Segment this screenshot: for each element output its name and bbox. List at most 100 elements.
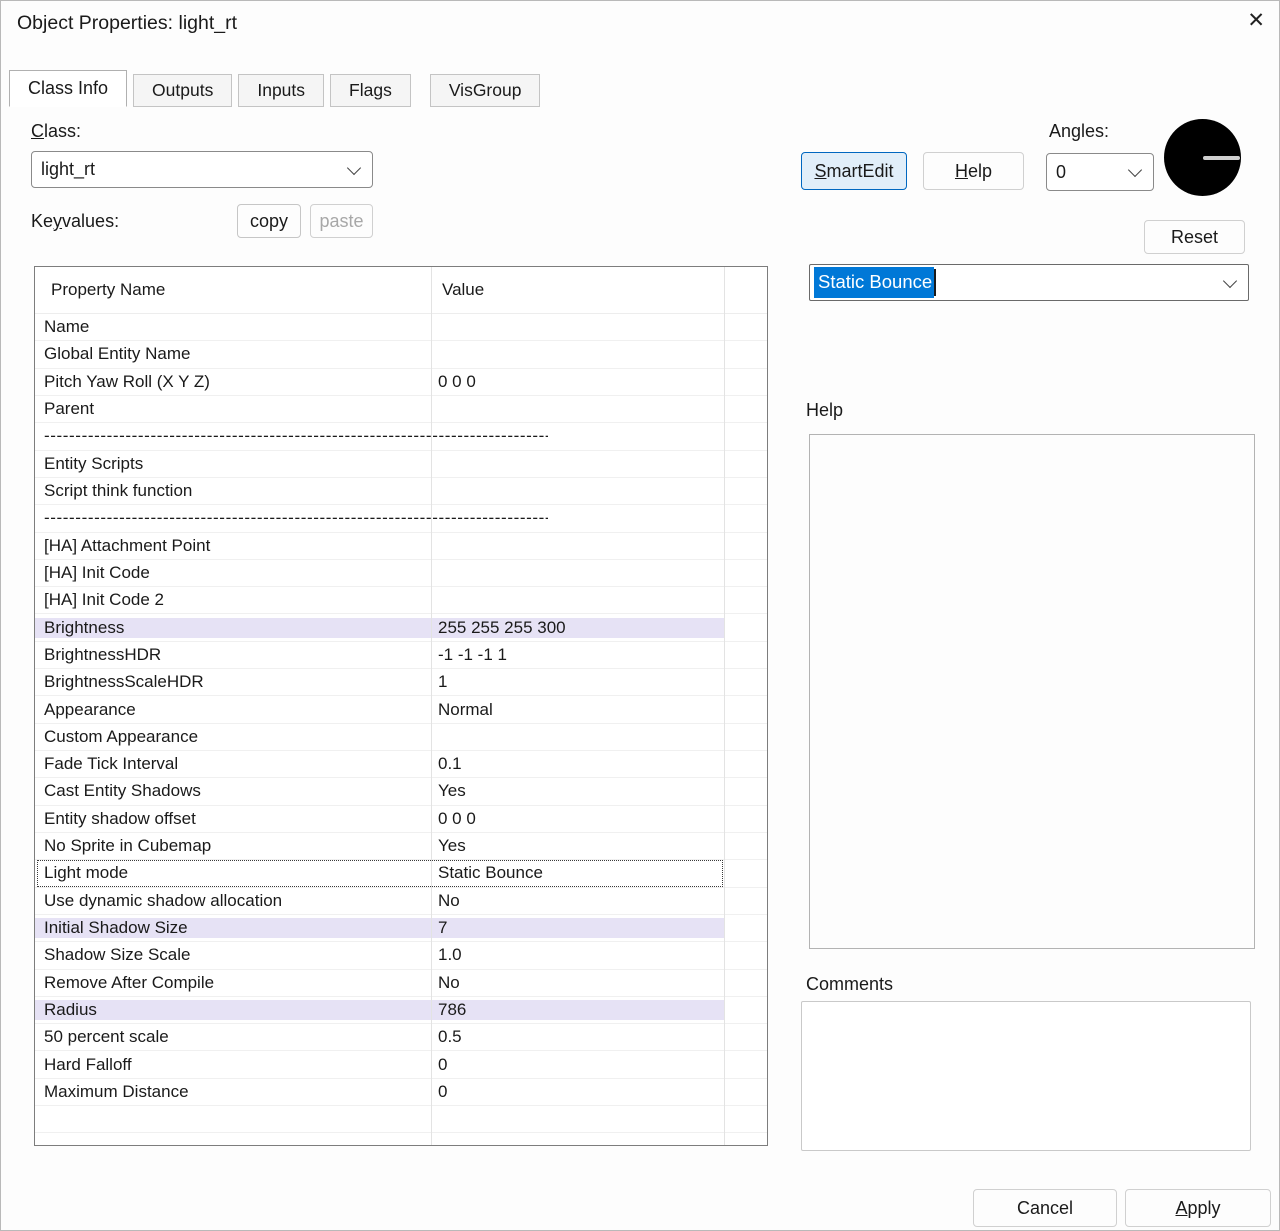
table-row[interactable]: Maximum Distance 0 bbox=[35, 1079, 767, 1106]
table-row[interactable]: Radius 786 bbox=[35, 997, 767, 1024]
property-name-cell: Fade Tick Interval bbox=[35, 754, 432, 774]
help-panel-label: Help bbox=[806, 400, 843, 421]
table-row[interactable]: Parent bbox=[35, 396, 767, 423]
property-value-cell: 255 255 255 300 bbox=[432, 618, 725, 638]
property-name-cell: Custom Appearance bbox=[35, 727, 432, 747]
property-name-cell: Pitch Yaw Roll (X Y Z) bbox=[35, 372, 432, 392]
class-combobox[interactable]: light_rt bbox=[31, 151, 373, 188]
property-name-cell: Parent bbox=[35, 399, 432, 419]
property-value-cell: 786 bbox=[432, 1000, 725, 1020]
light-mode-combobox-value: Static Bounce bbox=[814, 267, 934, 298]
angles-combobox-value: 0 bbox=[1047, 162, 1066, 183]
property-value-cell: Yes bbox=[432, 781, 725, 801]
table-row[interactable]: Script think function bbox=[35, 478, 767, 505]
property-name-cell: Initial Shadow Size bbox=[35, 918, 432, 938]
table-row[interactable]: ----------------------------------------… bbox=[35, 505, 767, 532]
table-row[interactable]: Initial Shadow Size 7 bbox=[35, 915, 767, 942]
table-row[interactable]: BrightnessScaleHDR 1 bbox=[35, 669, 767, 696]
property-name-cell: ----------------------------------------… bbox=[35, 426, 548, 446]
property-value-cell: No bbox=[432, 973, 725, 993]
table-row[interactable]: BrightnessHDR -1 -1 -1 1 bbox=[35, 642, 767, 669]
chevron-down-icon bbox=[1223, 273, 1237, 287]
tab-inputs[interactable]: Inputs bbox=[238, 74, 324, 107]
angle-dial-pointer bbox=[1203, 156, 1240, 160]
table-row[interactable]: Custom Appearance bbox=[35, 724, 767, 751]
table-row[interactable]: No Sprite in Cubemap Yes bbox=[35, 833, 767, 860]
close-icon[interactable]: ✕ bbox=[1247, 8, 1265, 33]
property-name-cell: [HA] Attachment Point bbox=[35, 536, 432, 556]
table-row[interactable]: Entity shadow offset 0 0 0 bbox=[35, 806, 767, 833]
table-row[interactable]: Global Entity Name bbox=[35, 341, 767, 368]
property-name-cell: Entity shadow offset bbox=[35, 809, 432, 829]
property-value-cell: 7 bbox=[432, 918, 725, 938]
table-row[interactable]: Light mode Static Bounce bbox=[35, 860, 767, 887]
comments-input[interactable] bbox=[801, 1001, 1251, 1151]
property-name-cell: Radius bbox=[35, 1000, 432, 1020]
column-divider bbox=[724, 267, 725, 1145]
property-value-cell: Yes bbox=[432, 836, 725, 856]
table-row[interactable]: Entity Scripts bbox=[35, 451, 767, 478]
table-row[interactable]: [HA] Init Code 2 bbox=[35, 587, 767, 614]
table-row[interactable]: Shadow Size Scale 1.0 bbox=[35, 942, 767, 969]
property-name-cell: Shadow Size Scale bbox=[35, 945, 432, 965]
property-value-cell: -1 -1 -1 1 bbox=[432, 645, 725, 665]
property-name-cell: Maximum Distance bbox=[35, 1082, 432, 1102]
angle-dial[interactable] bbox=[1164, 119, 1241, 196]
apply-button[interactable]: Apply bbox=[1125, 1189, 1271, 1227]
table-row[interactable]: Hard Falloff 0 bbox=[35, 1051, 767, 1078]
table-row[interactable]: Fade Tick Interval 0.1 bbox=[35, 751, 767, 778]
empty-row bbox=[35, 1106, 767, 1133]
property-value-cell: Static Bounce bbox=[432, 863, 725, 883]
table-row[interactable]: Brightness 255 255 255 300 bbox=[35, 614, 767, 641]
angles-combobox[interactable]: 0 bbox=[1046, 153, 1154, 191]
property-name-cell: Remove After Compile bbox=[35, 973, 432, 993]
paste-button[interactable]: paste bbox=[310, 204, 373, 238]
smartedit-button[interactable]: SmartEdit bbox=[801, 152, 907, 190]
table-row[interactable]: Pitch Yaw Roll (X Y Z) 0 0 0 bbox=[35, 369, 767, 396]
table-row[interactable]: ----------------------------------------… bbox=[35, 423, 767, 450]
property-name-cell: [HA] Init Code 2 bbox=[35, 590, 432, 610]
cancel-button[interactable]: Cancel bbox=[973, 1189, 1117, 1227]
property-value-cell: No bbox=[432, 891, 725, 911]
copy-button[interactable]: copy bbox=[237, 204, 301, 238]
property-name-cell: Name bbox=[35, 317, 432, 337]
table-row[interactable]: [HA] Init Code bbox=[35, 560, 767, 587]
property-value-cell: 1 bbox=[432, 672, 725, 692]
tab-visgroup[interactable]: VisGroup bbox=[430, 74, 541, 107]
table-row[interactable]: Use dynamic shadow allocation No bbox=[35, 888, 767, 915]
table-row[interactable]: Remove After Compile No bbox=[35, 970, 767, 997]
reset-button[interactable]: Reset bbox=[1144, 220, 1245, 254]
property-value-cell: 1.0 bbox=[432, 945, 725, 965]
property-name-cell: Global Entity Name bbox=[35, 344, 432, 364]
property-name-cell: [HA] Init Code bbox=[35, 563, 432, 583]
property-name-cell: BrightnessHDR bbox=[35, 645, 432, 665]
tab-flags[interactable]: Flags bbox=[330, 74, 411, 107]
tab-outputs[interactable]: Outputs bbox=[133, 74, 232, 107]
column-header-value: Value bbox=[432, 280, 484, 300]
class-combobox-value: light_rt bbox=[32, 159, 95, 180]
table-row[interactable]: [HA] Attachment Point bbox=[35, 533, 767, 560]
tab-class-info[interactable]: Class Info bbox=[9, 70, 127, 107]
property-name-cell: Appearance bbox=[35, 700, 432, 720]
window-title: Object Properties: light_rt bbox=[17, 12, 237, 35]
table-header: Property Name Value bbox=[35, 267, 767, 314]
property-name-cell: Hard Falloff bbox=[35, 1055, 432, 1075]
help-panel bbox=[809, 434, 1255, 949]
table-row[interactable]: 50 percent scale 0.5 bbox=[35, 1024, 767, 1051]
column-divider bbox=[431, 267, 432, 1145]
table-row[interactable]: Name bbox=[35, 314, 767, 341]
table-row[interactable]: Appearance Normal bbox=[35, 696, 767, 723]
property-value-cell: 0.1 bbox=[432, 754, 725, 774]
property-name-cell: Use dynamic shadow allocation bbox=[35, 891, 432, 911]
table-row[interactable]: Cast Entity Shadows Yes bbox=[35, 778, 767, 805]
text-caret bbox=[934, 269, 936, 296]
class-label: Class: bbox=[31, 121, 81, 142]
help-button[interactable]: Help bbox=[923, 152, 1024, 190]
light-mode-combobox[interactable]: Static Bounce bbox=[809, 264, 1249, 301]
property-name-cell: Entity Scripts bbox=[35, 454, 432, 474]
property-value-cell: 0.5 bbox=[432, 1027, 725, 1047]
angles-label: Angles: bbox=[1049, 121, 1109, 142]
keyvalues-label: Keyvalues: bbox=[31, 211, 119, 232]
property-value-cell: 0 0 0 bbox=[432, 809, 725, 829]
comments-panel-label: Comments bbox=[806, 974, 893, 995]
